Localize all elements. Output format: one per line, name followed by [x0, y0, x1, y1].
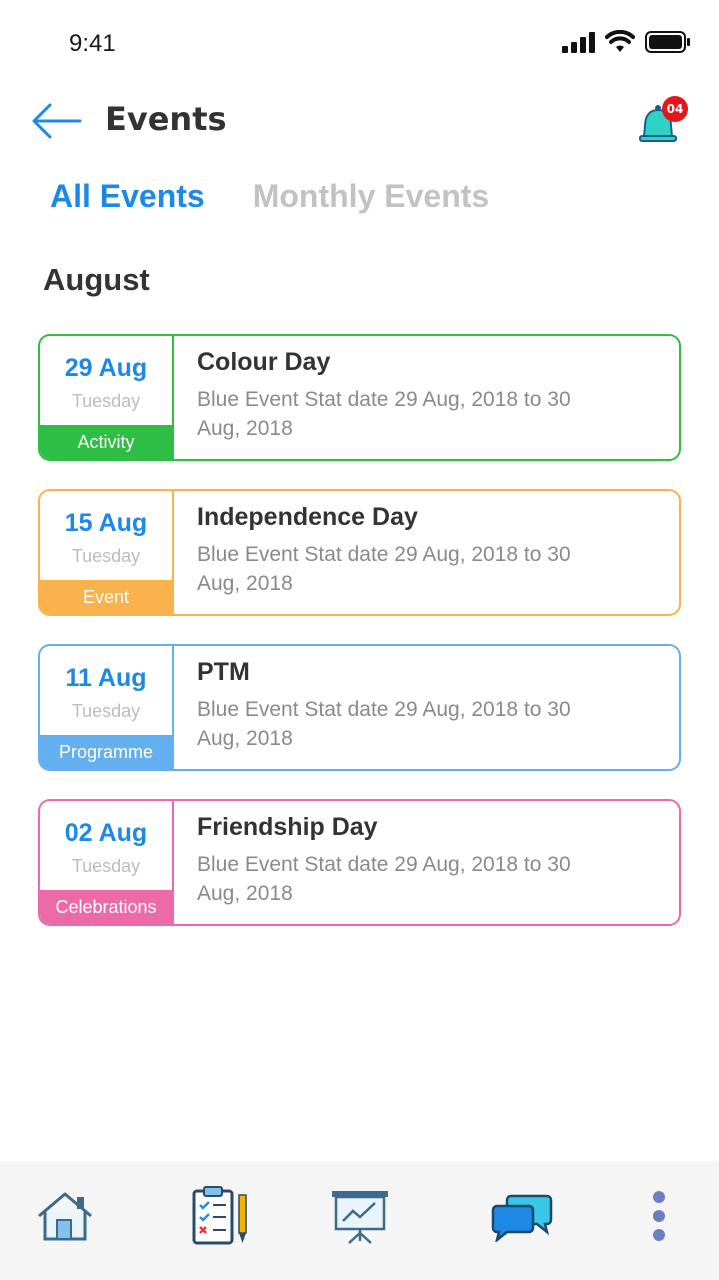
- month-heading: August: [43, 262, 150, 297]
- more-vertical-icon: [652, 1190, 666, 1246]
- notification-button[interactable]: 04: [636, 96, 692, 146]
- event-description: Blue Event Stat date 29 Aug, 2018 to 30 …: [197, 543, 571, 595]
- status-icons: [561, 29, 691, 58]
- event-description: Blue Event Stat date 29 Aug, 2018 to 30 …: [197, 853, 571, 905]
- event-card[interactable]: 29 Aug Tuesday Activity Colour Day Blue …: [38, 334, 681, 461]
- date-column: 15 Aug Tuesday Event: [40, 491, 174, 614]
- nav-home[interactable]: [30, 1183, 100, 1253]
- category-tag: Activity: [40, 425, 172, 459]
- event-date: 15 Aug: [64, 509, 148, 537]
- tab-monthly-events[interactable]: Monthly Events: [253, 178, 489, 215]
- event-list: 29 Aug Tuesday Activity Colour Day Blue …: [38, 334, 681, 954]
- date-column: 29 Aug Tuesday Activity: [40, 336, 174, 459]
- cellular-signal-icon: [561, 31, 595, 57]
- chat-bubbles-icon: [491, 1190, 553, 1246]
- event-date: 11 Aug: [65, 664, 147, 692]
- event-weekday: Tuesday: [71, 701, 141, 721]
- nav-messages[interactable]: [487, 1183, 557, 1253]
- event-card[interactable]: 02 Aug Tuesday Celebrations Friendship D…: [38, 799, 681, 926]
- event-card[interactable]: 11 Aug Tuesday Programme PTM Blue Event …: [38, 644, 681, 771]
- home-icon: [35, 1190, 95, 1246]
- date-column: 11 Aug Tuesday Programme: [40, 646, 174, 769]
- bottom-nav: [0, 1161, 719, 1280]
- event-info: Colour Day Blue Event Stat date 29 Aug, …: [174, 336, 679, 459]
- back-arrow-icon[interactable]: [30, 100, 84, 142]
- category-tag: Celebrations: [40, 890, 172, 924]
- header: Events 04: [0, 90, 719, 154]
- category-tag: Programme: [40, 735, 172, 769]
- event-title: Colour Day: [197, 348, 331, 376]
- event-card[interactable]: 15 Aug Tuesday Event Independence Day Bl…: [38, 489, 681, 616]
- event-description: Blue Event Stat date 29 Aug, 2018 to 30 …: [197, 698, 571, 750]
- tab-bar: All Events Monthly Events: [50, 178, 489, 215]
- event-date: 02 Aug: [64, 819, 148, 847]
- wifi-icon: [605, 29, 635, 58]
- date-column: 02 Aug Tuesday Celebrations: [40, 801, 174, 924]
- event-info: Friendship Day Blue Event Stat date 29 A…: [174, 801, 679, 924]
- clipboard-checklist-icon: [188, 1185, 252, 1251]
- event-info: Independence Day Blue Event Stat date 29…: [174, 491, 679, 614]
- status-time: 9:41: [69, 30, 116, 57]
- event-title: PTM: [197, 658, 250, 686]
- nav-tasks[interactable]: [185, 1183, 255, 1253]
- nav-reports[interactable]: [325, 1183, 395, 1253]
- battery-icon: [645, 31, 691, 57]
- notification-badge: 04: [662, 96, 688, 122]
- event-weekday: Tuesday: [71, 391, 141, 411]
- event-date: 29 Aug: [64, 354, 148, 382]
- event-info: PTM Blue Event Stat date 29 Aug, 2018 to…: [174, 646, 679, 769]
- event-title: Friendship Day: [197, 813, 378, 841]
- nav-more[interactable]: [624, 1183, 694, 1253]
- event-weekday: Tuesday: [71, 546, 141, 566]
- category-tag: Event: [40, 580, 172, 614]
- event-description: Blue Event Stat date 29 Aug, 2018 to 30 …: [197, 388, 571, 440]
- page-title: Events: [105, 100, 227, 138]
- tab-all-events[interactable]: All Events: [50, 178, 205, 215]
- event-title: Independence Day: [197, 503, 418, 531]
- status-bar: 9:41: [0, 0, 719, 90]
- presentation-board-icon: [329, 1187, 391, 1249]
- event-weekday: Tuesday: [71, 856, 141, 876]
